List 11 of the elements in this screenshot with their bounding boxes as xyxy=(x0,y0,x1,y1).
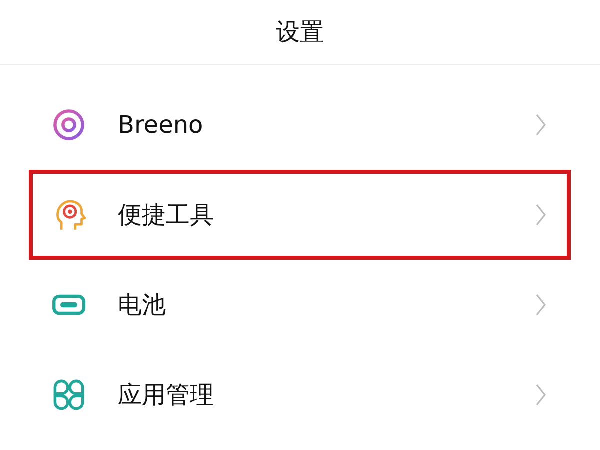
chevron-icon xyxy=(535,113,547,137)
settings-item[interactable]: 电池 xyxy=(29,260,571,350)
chevron-icon xyxy=(535,383,547,407)
settings-item[interactable]: 便捷工具 xyxy=(29,170,571,260)
settings-item[interactable]: 应用管理 xyxy=(29,350,571,440)
chevron-icon xyxy=(535,293,547,317)
ring-icon xyxy=(52,108,86,142)
apps-icon xyxy=(52,378,86,412)
settings-item[interactable]: Breeno xyxy=(29,80,571,170)
page-title: 设置 xyxy=(276,17,324,48)
chevron-icon xyxy=(535,203,547,227)
